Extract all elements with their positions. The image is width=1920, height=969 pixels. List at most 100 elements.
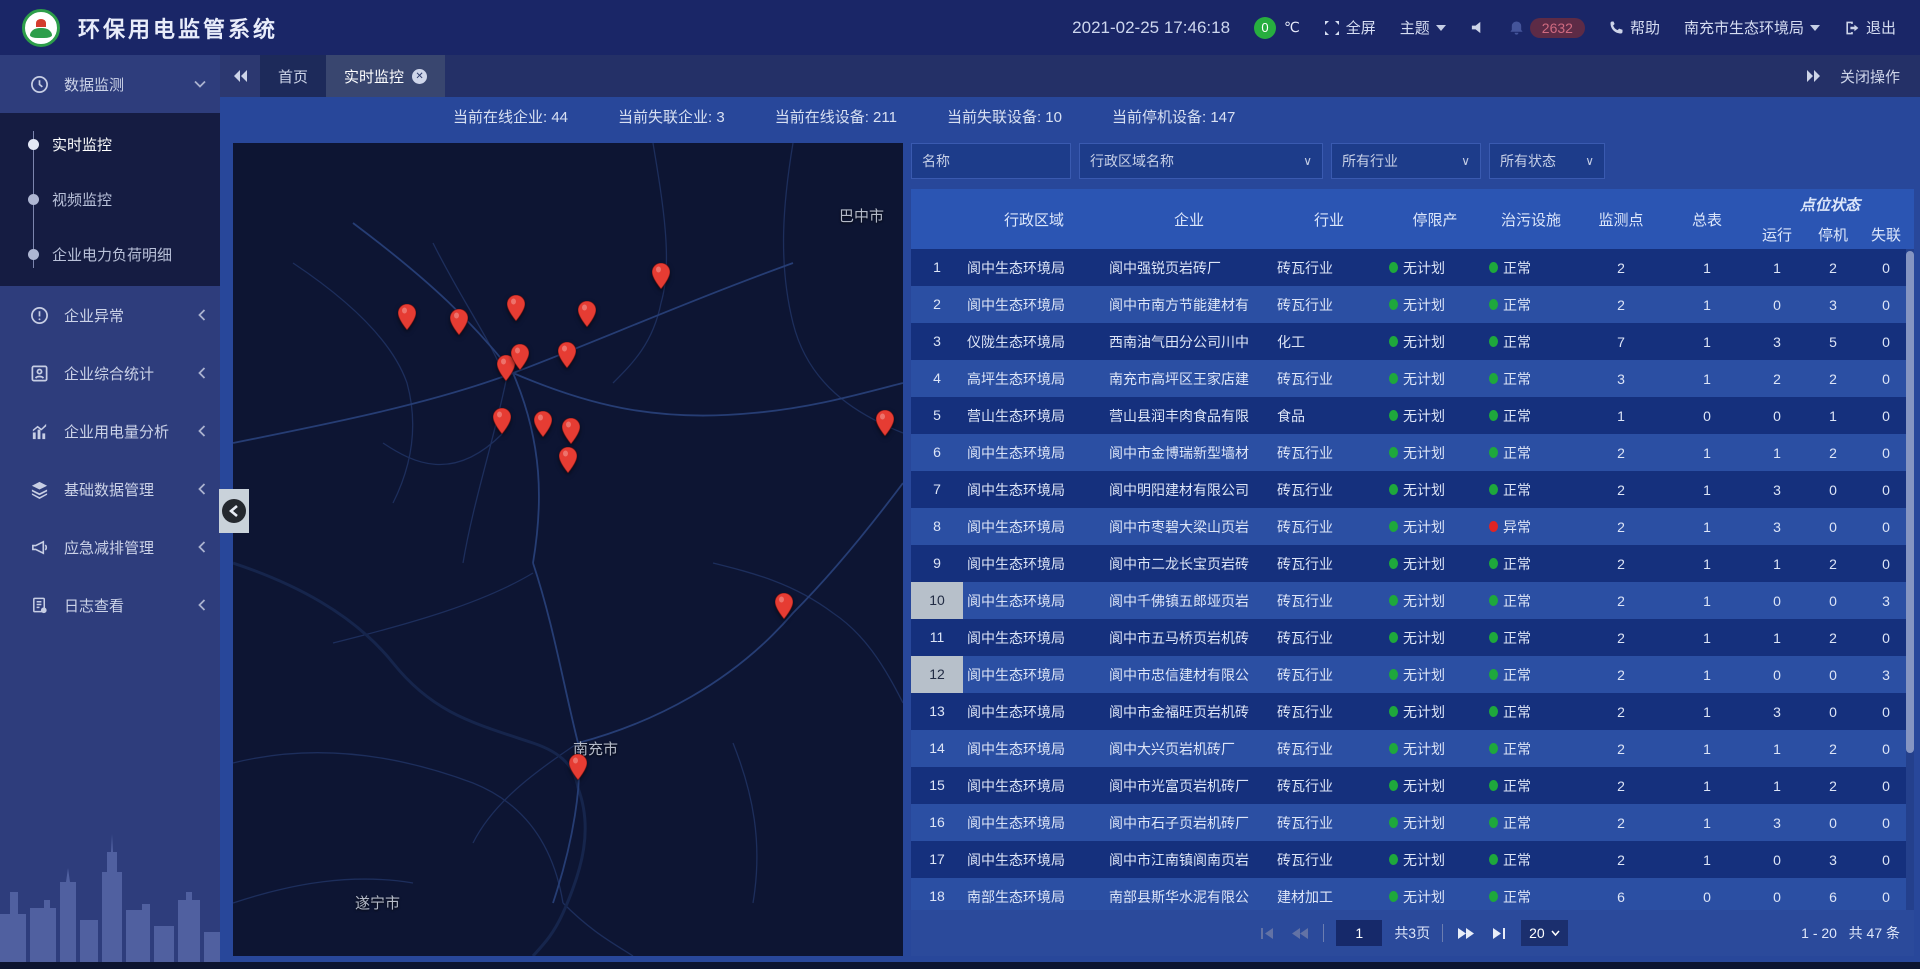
last-page-button[interactable] bbox=[1489, 925, 1509, 942]
theme-dropdown[interactable]: 主题 bbox=[1400, 17, 1446, 38]
map-pin[interactable] bbox=[562, 418, 580, 444]
name-filter-input[interactable] bbox=[911, 143, 1071, 179]
table-row[interactable]: 11阆中生态环境局阆中市五马桥页岩机砖砖瓦行业无计划正常21120 bbox=[911, 619, 1914, 656]
status-dot-icon bbox=[1389, 299, 1398, 310]
map-pin[interactable] bbox=[559, 447, 577, 473]
page-size-select[interactable]: 20 bbox=[1521, 920, 1568, 946]
name-input[interactable] bbox=[922, 153, 1060, 169]
page-range-label: 1 - 20 bbox=[1801, 925, 1837, 941]
table-row[interactable]: 13阆中生态环境局阆中市金福旺页岩机砖砖瓦行业无计划正常21300 bbox=[911, 693, 1914, 730]
sidebar-item-base-data-management[interactable]: 基础数据管理 bbox=[0, 460, 220, 518]
table-row[interactable]: 8阆中生态环境局阆中市枣碧大梁山页岩砖瓦行业无计划异常21300 bbox=[911, 508, 1914, 545]
sidebar-item-enterprise-statistics[interactable]: 企业综合统计 bbox=[0, 344, 220, 402]
cell-monitor-count: 2 bbox=[1577, 704, 1665, 720]
scrollbar-thumb[interactable] bbox=[1906, 251, 1914, 753]
region-filter-select[interactable]: 行政区域名称 ∨ bbox=[1079, 143, 1323, 179]
cell-lost-count: 0 bbox=[1861, 371, 1911, 387]
sidebar-item-realtime-monitor[interactable]: 实时监控 bbox=[0, 117, 220, 172]
map-pin[interactable] bbox=[652, 263, 670, 289]
sidebar-item-power-usage-analysis[interactable]: 企业用电量分析 bbox=[0, 402, 220, 460]
table-row[interactable]: 1阆中生态环境局阆中强锐页岩砖厂砖瓦行业无计划正常21120 bbox=[911, 249, 1914, 286]
cell-company: 阆中市忠信建材有限公 bbox=[1105, 665, 1273, 685]
cell-stop-status: 无计划 bbox=[1385, 665, 1485, 685]
sidebar: 数据监测实时监控视频监控企业电力负荷明细企业异常企业综合统计企业用电量分析基础数… bbox=[0, 55, 220, 962]
cell-region: 阆中生态环境局 bbox=[963, 591, 1105, 611]
table-row[interactable]: 3仪陇生态环境局西南油气田分公司川中化工无计划正常71350 bbox=[911, 323, 1914, 360]
table-row[interactable]: 15阆中生态环境局阆中市光富页岩机砖厂砖瓦行业无计划正常21120 bbox=[911, 767, 1914, 804]
table-scrollbar[interactable] bbox=[1906, 249, 1914, 910]
speaker-button[interactable] bbox=[1470, 20, 1485, 35]
cell-monitor-count: 1 bbox=[1577, 408, 1665, 424]
tabs-scroll-right-button[interactable] bbox=[1806, 69, 1822, 83]
table-row[interactable]: 6阆中生态环境局阆中市金博瑞新型墙材砖瓦行业无计划正常21120 bbox=[911, 434, 1914, 471]
table-row[interactable]: 14阆中生态环境局阆中大兴页岩机砖厂砖瓦行业无计划正常21120 bbox=[911, 730, 1914, 767]
table-row[interactable]: 12阆中生态环境局阆中市忠信建材有限公砖瓦行业无计划正常21003 bbox=[911, 656, 1914, 693]
fullscreen-button[interactable]: 全屏 bbox=[1324, 17, 1376, 38]
status-filter-select[interactable]: 所有状态 ∨ bbox=[1489, 143, 1605, 179]
cell-rownum: 4 bbox=[911, 360, 963, 397]
sidebar-item-power-load-detail[interactable]: 企业电力负荷明细 bbox=[0, 227, 220, 282]
cell-rownum: 17 bbox=[911, 841, 963, 878]
map-pin[interactable] bbox=[775, 593, 793, 619]
map-city-label: 巴中市 bbox=[839, 205, 884, 226]
notifications[interactable]: 2632 bbox=[1509, 18, 1585, 38]
sidebar-item-emergency-reduction[interactable]: 应急减排管理 bbox=[0, 518, 220, 576]
table-row[interactable]: 18南部生态环境局南部县斯华水泥有限公建材加工无计划正常60060 bbox=[911, 878, 1914, 910]
sidebar-item-data-monitoring[interactable]: 数据监测 bbox=[0, 55, 220, 113]
sidebar-item-log-view[interactable]: 日志查看 bbox=[0, 576, 220, 634]
cell-rownum: 10 bbox=[911, 582, 963, 619]
table-row[interactable]: 2阆中生态环境局阆中市南方节能建材有砖瓦行业无计划正常21030 bbox=[911, 286, 1914, 323]
cell-stop-status: 无计划 bbox=[1385, 702, 1485, 722]
map-pin[interactable] bbox=[450, 309, 468, 335]
cell-monitor-count: 6 bbox=[1577, 889, 1665, 905]
sidebar-item-video-monitor[interactable]: 视频监控 bbox=[0, 172, 220, 227]
logout-button[interactable]: 退出 bbox=[1844, 17, 1896, 38]
cell-monitor-count: 2 bbox=[1577, 778, 1665, 794]
table-row[interactable]: 10阆中生态环境局阆中千佛镇五郎垭页岩砖瓦行业无计划正常21003 bbox=[911, 582, 1914, 619]
table-row[interactable]: 16阆中生态环境局阆中市石子页岩机砖厂砖瓦行业无计划正常21300 bbox=[911, 804, 1914, 841]
sidebar-submenu: 实时监控视频监控企业电力负荷明细 bbox=[0, 113, 220, 286]
cell-meter-count: 1 bbox=[1665, 334, 1749, 350]
first-page-button[interactable] bbox=[1257, 925, 1277, 942]
stop-status-label: 无计划 bbox=[1403, 480, 1445, 500]
map-pin[interactable] bbox=[493, 408, 511, 434]
table-row[interactable]: 9阆中生态环境局阆中市二龙长宝页岩砖砖瓦行业无计划正常21120 bbox=[911, 545, 1914, 582]
map-pin[interactable] bbox=[558, 342, 576, 368]
map-collapse-button[interactable] bbox=[219, 489, 249, 533]
status-dot-icon bbox=[1389, 521, 1398, 532]
status-dot-icon bbox=[1389, 558, 1398, 569]
map-pin[interactable] bbox=[578, 301, 596, 327]
tab-close-icon[interactable]: ✕ bbox=[412, 69, 427, 84]
table-row[interactable]: 5营山生态环境局营山县润丰肉食品有限食品无计划正常10010 bbox=[911, 397, 1914, 434]
stop-status-label: 无计划 bbox=[1403, 258, 1445, 278]
prev-page-button[interactable] bbox=[1289, 925, 1311, 942]
table-row[interactable]: 7阆中生态环境局阆中明阳建材有限公司砖瓦行业无计划正常21300 bbox=[911, 471, 1914, 508]
industry-filter-select[interactable]: 所有行业 ∨ bbox=[1331, 143, 1481, 179]
next-page-button[interactable] bbox=[1455, 925, 1477, 942]
map-pin[interactable] bbox=[534, 411, 552, 437]
cell-monitor-count: 2 bbox=[1577, 519, 1665, 535]
monitor-icon bbox=[28, 75, 50, 94]
tabs-scroll-left-button[interactable] bbox=[220, 55, 260, 97]
help-button[interactable]: 帮助 bbox=[1609, 17, 1660, 38]
tab-home[interactable]: 首页 bbox=[260, 55, 326, 97]
map-pin[interactable] bbox=[507, 295, 525, 321]
page-number-input[interactable] bbox=[1336, 920, 1382, 946]
chart-icon bbox=[28, 422, 50, 441]
col-facility: 治污设施 bbox=[1485, 209, 1577, 230]
user-dropdown[interactable]: 南充市生态环境局 bbox=[1684, 17, 1820, 38]
table-row[interactable]: 17阆中生态环境局阆中市江南镇阆南页岩砖瓦行业无计划正常21030 bbox=[911, 841, 1914, 878]
map-pin[interactable] bbox=[876, 410, 894, 436]
tab-realtime-monitor[interactable]: 实时监控✕ bbox=[326, 55, 445, 97]
table-row[interactable]: 4高坪生态环境局南充市高坪区王家店建砖瓦行业无计划正常31220 bbox=[911, 360, 1914, 397]
cell-lost-count: 3 bbox=[1861, 593, 1911, 609]
cell-stop-status: 无计划 bbox=[1385, 739, 1485, 759]
sidebar-item-enterprise-abnormal[interactable]: 企业异常 bbox=[0, 286, 220, 344]
close-operations-button[interactable]: 关闭操作 bbox=[1840, 66, 1900, 87]
map-pin[interactable] bbox=[569, 754, 587, 780]
cell-run-count: 0 bbox=[1749, 889, 1805, 905]
temperature-value: 0 bbox=[1254, 17, 1276, 39]
map-pin[interactable] bbox=[511, 344, 529, 370]
map-pin[interactable] bbox=[398, 304, 416, 330]
map[interactable]: 巴中市南充市遂宁市 bbox=[233, 143, 903, 956]
